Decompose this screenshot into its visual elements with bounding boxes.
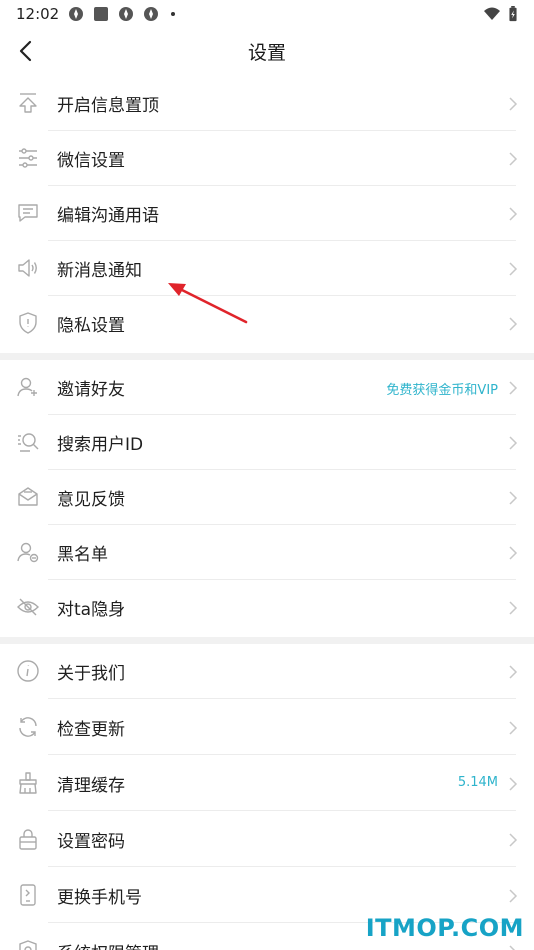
chevron-right-icon (509, 317, 518, 331)
settings-row-update[interactable]: 检查更新 (0, 700, 534, 755)
settings-row-feedback[interactable]: 意见反馈 (0, 470, 534, 525)
status-time: 12:02 (16, 5, 60, 23)
settings-row-about[interactable]: 关于我们 (0, 644, 534, 699)
settings-row-clear-cache[interactable]: 清理缓存 5.14M (0, 756, 534, 811)
phone-icon (20, 884, 36, 906)
feedback-icon (18, 487, 38, 506)
chevron-right-icon (509, 491, 518, 505)
settings-row-invisible[interactable]: 对ta隐身 (0, 580, 534, 635)
sliders-icon (19, 148, 37, 168)
row-label: 搜索用户ID (57, 435, 144, 455)
row-label: 黑名单 (57, 545, 108, 565)
pin-top-icon (19, 93, 37, 113)
row-label: 邀请好友 (57, 380, 125, 400)
app-notification-icon (119, 7, 133, 21)
info-icon (17, 660, 39, 682)
settings-row-wechat[interactable]: 微信设置 (0, 131, 534, 186)
lock-icon (19, 829, 37, 850)
watermark-text: ITMOP.COM (365, 914, 524, 942)
chevron-right-icon (509, 262, 518, 276)
divider (48, 866, 516, 867)
settings-row-phrases[interactable]: 编辑沟通用语 (0, 186, 534, 241)
settings-row-privacy[interactable]: 隐私设置 (0, 296, 534, 351)
settings-row-password[interactable]: 设置密码 (0, 812, 534, 867)
cache-size-text: 5.14M (457, 775, 498, 790)
row-label: 更换手机号 (57, 888, 142, 908)
search-user-icon (18, 433, 39, 452)
row-label: 编辑沟通用语 (57, 206, 159, 226)
settings-group-2: 邀请好友 免费获得金币和VIP 搜索用户ID 意见反馈 黑名单 对ta隐身 (0, 360, 534, 638)
status-bar: 12:02 (0, 0, 534, 28)
settings-group-1: 开启信息置顶 微信设置 编辑沟通用语 新消息通知 隐私设置 (0, 76, 534, 354)
row-label: 系统权限管理 (57, 939, 159, 950)
broom-icon (19, 772, 37, 794)
wifi-icon (484, 7, 500, 20)
shield-icon (19, 312, 37, 334)
chevron-right-icon (509, 601, 518, 615)
row-label: 意见反馈 (57, 490, 125, 510)
divider (48, 754, 516, 755)
row-label: 清理缓存 (57, 776, 125, 796)
divider (48, 698, 516, 699)
row-label: 对ta隐身 (57, 600, 126, 620)
settings-group-3: 关于我们 检查更新 清理缓存 5.14M 设置密码 更换手机号 系统权限管理 (0, 644, 534, 950)
user-add-icon (17, 377, 37, 397)
section-separator (0, 353, 534, 360)
chevron-right-icon (509, 546, 518, 560)
chevron-right-icon (509, 381, 518, 395)
settings-row-pin-top[interactable]: 开启信息置顶 (0, 76, 534, 131)
chevron-right-icon (509, 833, 518, 847)
settings-row-notification[interactable]: 新消息通知 (0, 241, 534, 296)
row-label: 设置密码 (57, 832, 125, 852)
square-notification-icon (94, 7, 108, 21)
row-label: 开启信息置顶 (57, 96, 159, 116)
chevron-right-icon (509, 152, 518, 166)
app-notification-icon (69, 7, 83, 21)
chevron-right-icon (509, 721, 518, 735)
row-label: 新消息通知 (57, 261, 142, 281)
chevron-right-icon (509, 207, 518, 221)
message-icon (18, 204, 38, 222)
chevron-right-icon (509, 777, 518, 791)
chevron-right-icon (509, 945, 516, 950)
user-block-icon (17, 542, 39, 563)
settings-row-search-id[interactable]: 搜索用户ID (0, 415, 534, 470)
chevron-right-icon (509, 436, 518, 450)
more-notifications-dot (171, 12, 175, 16)
eye-off-icon (17, 598, 39, 616)
divider (48, 810, 516, 811)
row-label: 关于我们 (57, 664, 125, 684)
section-separator (0, 637, 534, 644)
settings-icon (19, 940, 37, 950)
page-title: 设置 (247, 42, 286, 64)
row-label: 检查更新 (57, 720, 125, 740)
chevron-right-icon (509, 97, 518, 111)
row-label: 隐私设置 (57, 316, 125, 336)
speaker-icon (18, 259, 37, 277)
app-notification-icon (144, 7, 158, 21)
refresh-icon (19, 717, 37, 737)
battery-icon (509, 6, 517, 22)
nav-bar: 设置 (0, 28, 534, 74)
row-label: 微信设置 (57, 151, 125, 171)
chevron-right-icon (509, 889, 518, 903)
settings-row-invite[interactable]: 邀请好友 免费获得金币和VIP (0, 360, 534, 415)
chevron-right-icon (509, 665, 518, 679)
settings-row-blacklist[interactable]: 黑名单 (0, 525, 534, 580)
invite-reward-text: 免费获得金币和VIP (386, 383, 498, 398)
